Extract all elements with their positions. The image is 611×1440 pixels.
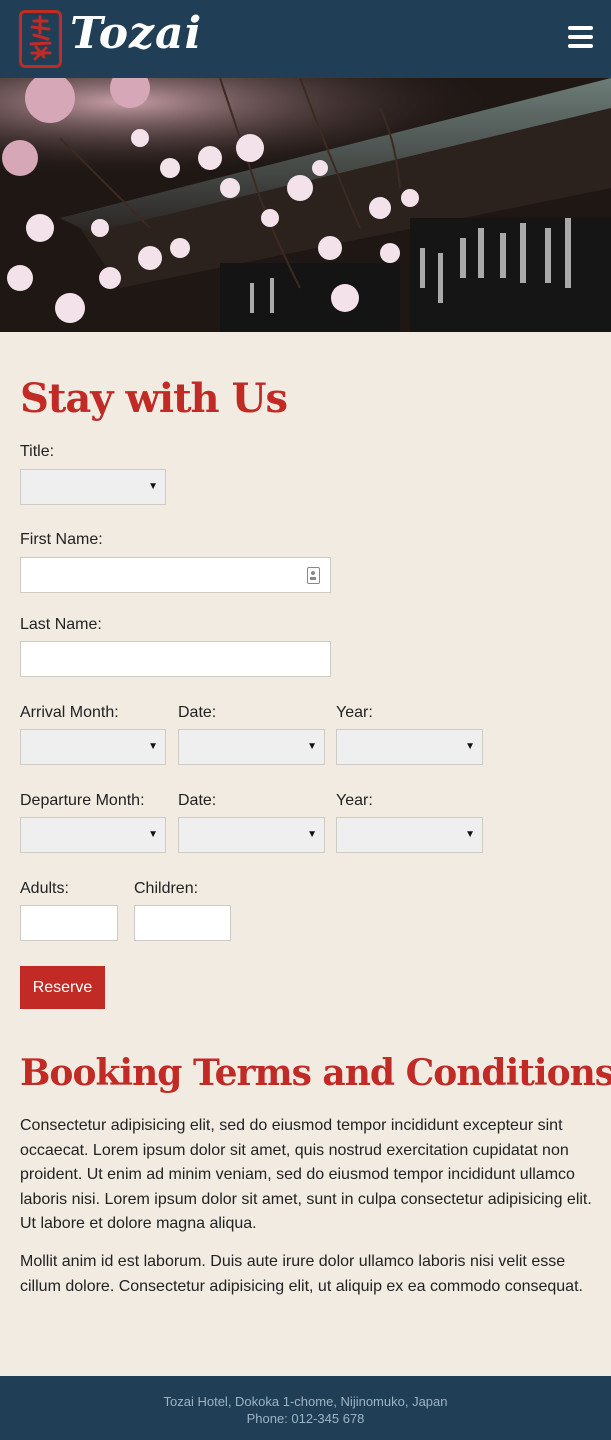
arrival-month-label: Arrival Month: (20, 704, 119, 721)
departure-month-select[interactable] (20, 817, 166, 853)
departure-year-label: Year: (336, 792, 373, 809)
departure-month-label: Departure Month: (20, 792, 145, 809)
arrival-year-label: Year: (336, 704, 373, 721)
first-name-label: First Name: (20, 531, 103, 548)
tozai-kanji-logo-icon[interactable] (19, 10, 62, 68)
departure-year-select[interactable] (336, 817, 483, 853)
adults-input[interactable] (20, 905, 118, 941)
terms-paragraph: Mollit anim id est laborum. Duis aute ir… (20, 1253, 583, 1295)
children-input[interactable] (134, 905, 231, 941)
title-select[interactable] (20, 469, 166, 505)
site-footer: Tozai Hotel, Dokoka 1-chome, Nijinomuko,… (0, 1376, 611, 1440)
terms-paragraph: Consectetur adipisicing elit, sed do eiu… (20, 1117, 592, 1232)
children-label: Children: (134, 880, 199, 897)
hero-cherry-blossom-image (0, 78, 611, 332)
brand-name[interactable]: Tozai (70, 8, 202, 59)
adults-label: Adults: (20, 880, 69, 897)
footer-address: Tozai Hotel, Dokoka 1-chome, Nijinomuko,… (163, 1394, 448, 1409)
arrival-year-select[interactable] (336, 729, 483, 765)
top-nav-bar: Tozai (0, 0, 611, 78)
contact-card-icon[interactable] (307, 567, 320, 584)
departure-date-label: Date: (178, 792, 217, 809)
departure-date-select[interactable] (178, 817, 325, 853)
arrival-month-select[interactable] (20, 729, 166, 765)
footer-phone: Phone: 012-345 678 (246, 1411, 365, 1426)
last-name-input[interactable] (20, 641, 331, 677)
last-name-label: Last Name: (20, 616, 102, 633)
title-label: Title: (20, 443, 55, 460)
first-name-input[interactable] (20, 557, 331, 593)
stay-with-us-heading: Stay with Us (20, 375, 288, 422)
hamburger-menu-icon[interactable] (568, 26, 593, 48)
arrival-date-label: Date: (178, 704, 217, 721)
reserve-button[interactable]: Reserve (20, 966, 105, 1009)
booking-terms-heading: Booking Terms and Conditions (20, 1052, 611, 1094)
arrival-date-select[interactable] (178, 729, 325, 765)
